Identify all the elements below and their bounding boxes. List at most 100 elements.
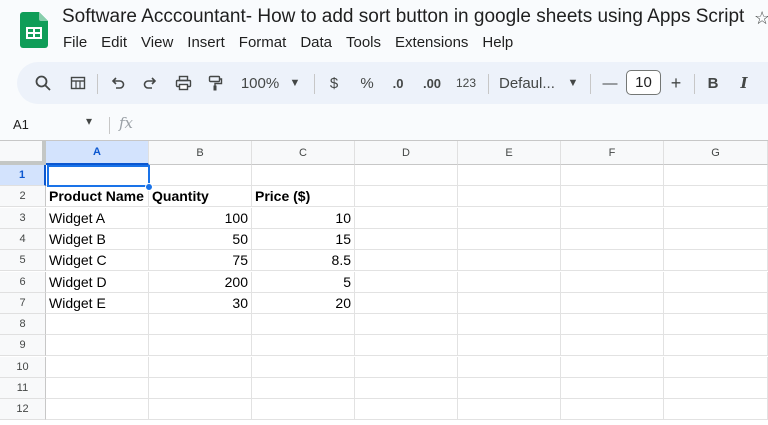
cell-g4[interactable] (664, 229, 768, 250)
cell-f8[interactable] (561, 314, 664, 335)
cell-e5[interactable] (458, 250, 561, 271)
cell-c8[interactable] (252, 314, 355, 335)
cell-e12[interactable] (458, 399, 561, 420)
document-title[interactable]: Software Acccountant- How to add sort bu… (62, 6, 744, 28)
paint-format-icon[interactable] (203, 62, 227, 104)
cell-g10[interactable] (664, 357, 768, 378)
cell-b7[interactable]: 30 (149, 293, 252, 314)
cell-d1[interactable] (355, 165, 458, 186)
tables-icon[interactable] (66, 62, 90, 104)
sheets-logo-icon[interactable] (20, 12, 48, 48)
cell-f7[interactable] (561, 293, 664, 314)
cell-g12[interactable] (664, 399, 768, 420)
menu-insert[interactable]: Insert (180, 32, 232, 54)
cell-g9[interactable] (664, 335, 768, 356)
cell-d5[interactable] (355, 250, 458, 271)
cell-g5[interactable] (664, 250, 768, 271)
cell-f9[interactable] (561, 335, 664, 356)
cell-e6[interactable] (458, 272, 561, 293)
cell-a2[interactable]: Product Name (46, 186, 149, 207)
cell-b4[interactable]: 50 (149, 229, 252, 250)
fill-handle[interactable] (145, 183, 153, 191)
cell-d12[interactable] (355, 399, 458, 420)
cell-c6[interactable]: 5 (252, 272, 355, 293)
cell-f11[interactable] (561, 378, 664, 399)
cell-c7[interactable]: 20 (252, 293, 355, 314)
cell-d3[interactable] (355, 208, 458, 229)
menu-file[interactable]: File (56, 32, 94, 54)
name-box-dropdown-icon[interactable]: ▾ (86, 114, 92, 128)
cell-a7[interactable]: Widget E (46, 293, 149, 314)
cell-a1[interactable] (46, 165, 149, 186)
row-header-1[interactable]: 1 (0, 165, 46, 186)
cell-b12[interactable] (149, 399, 252, 420)
currency-button[interactable]: $ (324, 62, 344, 104)
cell-c3[interactable]: 10 (252, 208, 355, 229)
cell-b10[interactable] (149, 357, 252, 378)
row-header-11[interactable]: 11 (0, 378, 46, 399)
row-header-2[interactable]: 2 (0, 186, 46, 207)
cell-a12[interactable] (46, 399, 149, 420)
cell-a3[interactable]: Widget A (46, 208, 149, 229)
cell-e3[interactable] (458, 208, 561, 229)
cell-f3[interactable] (561, 208, 664, 229)
cell-g3[interactable] (664, 208, 768, 229)
row-header-5[interactable]: 5 (0, 250, 46, 271)
name-box[interactable]: A1 (13, 117, 29, 132)
column-header-f[interactable]: F (561, 141, 664, 165)
column-header-b[interactable]: B (149, 141, 252, 165)
cell-c1[interactable] (252, 165, 355, 186)
cell-e7[interactable] (458, 293, 561, 314)
column-header-a[interactable]: A (46, 141, 149, 165)
cell-b1[interactable] (149, 165, 252, 186)
font-size-input[interactable]: 10 (626, 70, 661, 95)
font-select[interactable]: Defaul... (499, 62, 563, 104)
cell-f10[interactable] (561, 357, 664, 378)
percent-button[interactable]: % (357, 62, 377, 104)
cell-b2[interactable]: Quantity (149, 186, 252, 207)
cell-d9[interactable] (355, 335, 458, 356)
cell-c12[interactable] (252, 399, 355, 420)
select-all-corner[interactable] (0, 141, 46, 165)
row-header-12[interactable]: 12 (0, 399, 46, 420)
search-menus-icon[interactable] (31, 62, 55, 104)
cell-f12[interactable] (561, 399, 664, 420)
cell-f2[interactable] (561, 186, 664, 207)
cell-c2[interactable]: Price ($) (252, 186, 355, 207)
cell-d11[interactable] (355, 378, 458, 399)
row-header-3[interactable]: 3 (0, 208, 46, 229)
cell-g2[interactable] (664, 186, 768, 207)
cell-a11[interactable] (46, 378, 149, 399)
cell-g7[interactable] (664, 293, 768, 314)
row-header-7[interactable]: 7 (0, 293, 46, 314)
cell-e11[interactable] (458, 378, 561, 399)
column-header-e[interactable]: E (458, 141, 561, 165)
cell-b8[interactable] (149, 314, 252, 335)
cell-d8[interactable] (355, 314, 458, 335)
row-header-10[interactable]: 10 (0, 357, 46, 378)
cell-g6[interactable] (664, 272, 768, 293)
cell-b9[interactable] (149, 335, 252, 356)
italic-button[interactable]: I (734, 62, 754, 104)
cell-b3[interactable]: 100 (149, 208, 252, 229)
menu-help[interactable]: Help (475, 32, 520, 54)
cell-c4[interactable]: 15 (252, 229, 355, 250)
decrease-font-size-button[interactable]: — (600, 62, 620, 104)
cell-g11[interactable] (664, 378, 768, 399)
number-format-button[interactable]: 123 (453, 62, 479, 104)
decrease-decimal-button[interactable]: .0 (387, 62, 409, 104)
star-icon[interactable]: ☆ (754, 8, 768, 29)
menu-extensions[interactable]: Extensions (388, 32, 475, 54)
cell-a9[interactable] (46, 335, 149, 356)
print-icon[interactable] (171, 62, 195, 104)
row-header-4[interactable]: 4 (0, 229, 46, 250)
column-header-c[interactable]: C (252, 141, 355, 165)
zoom-select[interactable]: 100% (237, 62, 283, 104)
zoom-dropdown-icon[interactable]: ▼ (287, 62, 303, 104)
cell-f5[interactable] (561, 250, 664, 271)
cell-c5[interactable]: 8.5 (252, 250, 355, 271)
cell-b6[interactable]: 200 (149, 272, 252, 293)
cell-e9[interactable] (458, 335, 561, 356)
cell-c9[interactable] (252, 335, 355, 356)
row-header-8[interactable]: 8 (0, 314, 46, 335)
